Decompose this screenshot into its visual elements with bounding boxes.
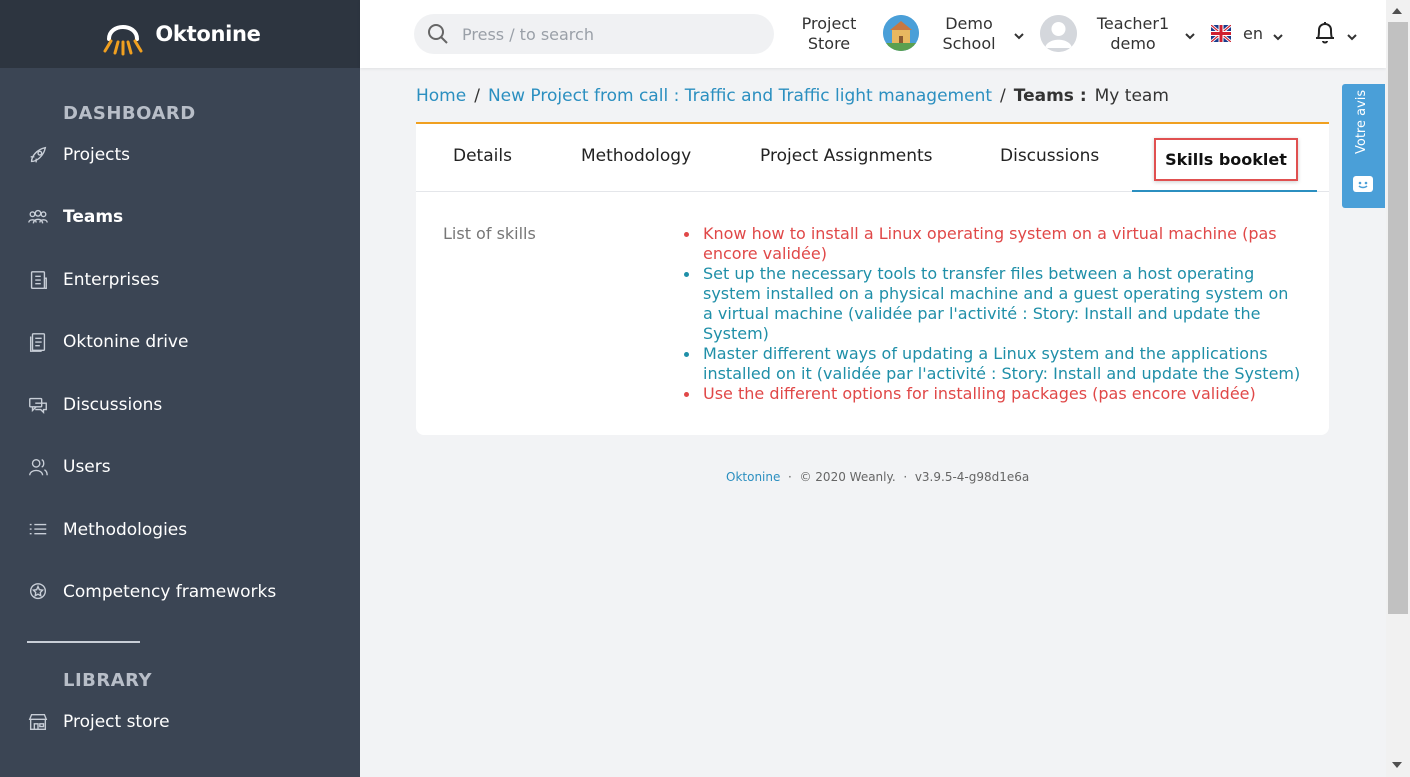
school-logo-icon[interactable] (883, 15, 919, 51)
footer-dot: · (903, 470, 908, 484)
sidebar-item-teams[interactable]: Teams (27, 202, 123, 232)
sidebar-item-label: Users (63, 457, 111, 477)
sidebar-item-label: Enterprises (63, 270, 160, 290)
sidebar-item-competency-frameworks[interactable]: Competency frameworks (27, 577, 276, 607)
sidebar-item-enterprises[interactable]: Enterprises (27, 265, 159, 295)
sidebar-item-label: Methodologies (63, 520, 188, 540)
skill-item: Master different ways of updating a Linu… (682, 344, 1302, 384)
sidebar-item-label: Project store (63, 712, 170, 732)
sidebar-item-label: Teams (63, 207, 124, 227)
chevron-down-icon[interactable] (1184, 27, 1196, 40)
rocket-icon (27, 144, 49, 166)
tab-project-assignments[interactable]: Project Assignments (760, 146, 933, 166)
avatar[interactable] (1040, 15, 1077, 52)
top-header: Project Store Demo School Teacher1 demo (360, 0, 1386, 68)
list-icon (27, 519, 49, 541)
active-tab-indicator (1132, 190, 1317, 192)
sidebar-item-label: Discussions (63, 395, 163, 415)
footer: Oktonine · © 2020 Weanly. · v3.9.5-4-g98… (726, 470, 1029, 484)
tab-bar: Details Methodology Project Assignments … (416, 124, 1329, 192)
breadcrumb-home[interactable]: Home (416, 86, 466, 106)
sidebar-item-projects[interactable]: Projects (27, 140, 130, 170)
users-icon (27, 456, 49, 478)
sidebar-item-users[interactable]: Users (27, 452, 111, 482)
school-line2: School (942, 34, 996, 53)
search-input[interactable] (462, 24, 752, 44)
footer-dot: · (788, 470, 792, 484)
feedback-tab[interactable]: Votre avis (1342, 84, 1385, 208)
page-scrollbar[interactable] (1386, 0, 1410, 777)
oktonine-logo-icon (103, 25, 143, 56)
section-dashboard: DASHBOARD (63, 103, 196, 124)
feedback-label: Votre avis (1354, 89, 1369, 154)
sidebar-item-discussions[interactable]: Discussions (27, 390, 162, 420)
sidebar: Oktonine DASHBOARD Projects Teams Enterp… (0, 0, 360, 777)
skill-item: Set up the necessary tools to transfer f… (682, 264, 1302, 344)
footer-version: v3.9.5-4-g98d1e6a (914, 470, 1030, 484)
project-store-link[interactable]: Project Store (801, 14, 857, 54)
chevron-down-icon[interactable] (1346, 28, 1358, 41)
brand-name: Oktonine (155, 22, 261, 46)
scroll-up-icon[interactable] (1392, 8, 1402, 14)
breadcrumb-current: My team (1094, 86, 1169, 106)
building-icon (27, 269, 49, 291)
sidebar-item-label: Projects (63, 145, 131, 165)
user-line1: Teacher1 (1096, 14, 1170, 33)
user-line2: demo (1110, 34, 1156, 53)
skills-list-label: List of skills (443, 224, 536, 243)
section-library: LIBRARY (63, 670, 153, 691)
sidebar-item-oktonine-drive[interactable]: Oktonine drive (27, 327, 188, 357)
footer-copyright: © 2020 Weanly. (799, 470, 896, 484)
skills-list: Know how to install a Linux operating sy… (682, 224, 1302, 404)
tab-methodology[interactable]: Methodology (581, 146, 691, 166)
search-icon (428, 24, 448, 44)
breadcrumb-project[interactable]: New Project from call : Traffic and Traf… (488, 86, 992, 106)
team-card: Details Methodology Project Assignments … (416, 122, 1329, 435)
sidebar-item-methodologies[interactable]: Methodologies (27, 515, 187, 545)
tab-details[interactable]: Details (453, 146, 512, 166)
project-store-line2: Store (807, 34, 851, 53)
skill-item: Know how to install a Linux operating sy… (682, 224, 1302, 264)
sidebar-item-label: Oktonine drive (63, 332, 189, 352)
project-store-line1: Project (801, 14, 857, 33)
chat-icon (27, 394, 49, 416)
breadcrumb: Home / New Project from call : Traffic a… (416, 86, 1169, 106)
tab-skills-booklet[interactable]: Skills booklet (1154, 138, 1298, 181)
skill-item: Use the different options for installing… (682, 384, 1302, 404)
smiley-icon (1353, 176, 1373, 192)
school-selector[interactable]: Demo School (936, 14, 1002, 54)
people-icon (27, 206, 49, 228)
badge-icon (27, 581, 49, 603)
school-line1: Demo (945, 14, 993, 33)
tab-discussions[interactable]: Discussions (1000, 146, 1099, 166)
breadcrumb-teams-label: Teams : (1013, 86, 1087, 106)
sidebar-divider (27, 641, 140, 643)
language-label[interactable]: en (1240, 24, 1266, 44)
store-icon (27, 711, 49, 733)
document-icon (27, 331, 49, 353)
uk-flag-icon[interactable] (1211, 25, 1231, 42)
brand-bar[interactable]: Oktonine (0, 0, 360, 68)
breadcrumb-separator: / (474, 86, 480, 106)
scroll-thumb[interactable] (1388, 22, 1408, 614)
sidebar-item-project-store[interactable]: Project store (27, 707, 170, 737)
chevron-down-icon[interactable] (1013, 27, 1025, 40)
breadcrumb-separator: / (1000, 86, 1006, 106)
footer-brand-link[interactable]: Oktonine (726, 470, 780, 484)
chevron-down-icon[interactable] (1272, 28, 1284, 41)
sidebar-item-label: Competency frameworks (63, 582, 277, 602)
scroll-down-icon[interactable] (1392, 762, 1402, 768)
user-menu[interactable]: Teacher1 demo (1091, 14, 1175, 54)
search-bar[interactable] (414, 14, 774, 54)
bell-icon[interactable] (1313, 20, 1337, 46)
